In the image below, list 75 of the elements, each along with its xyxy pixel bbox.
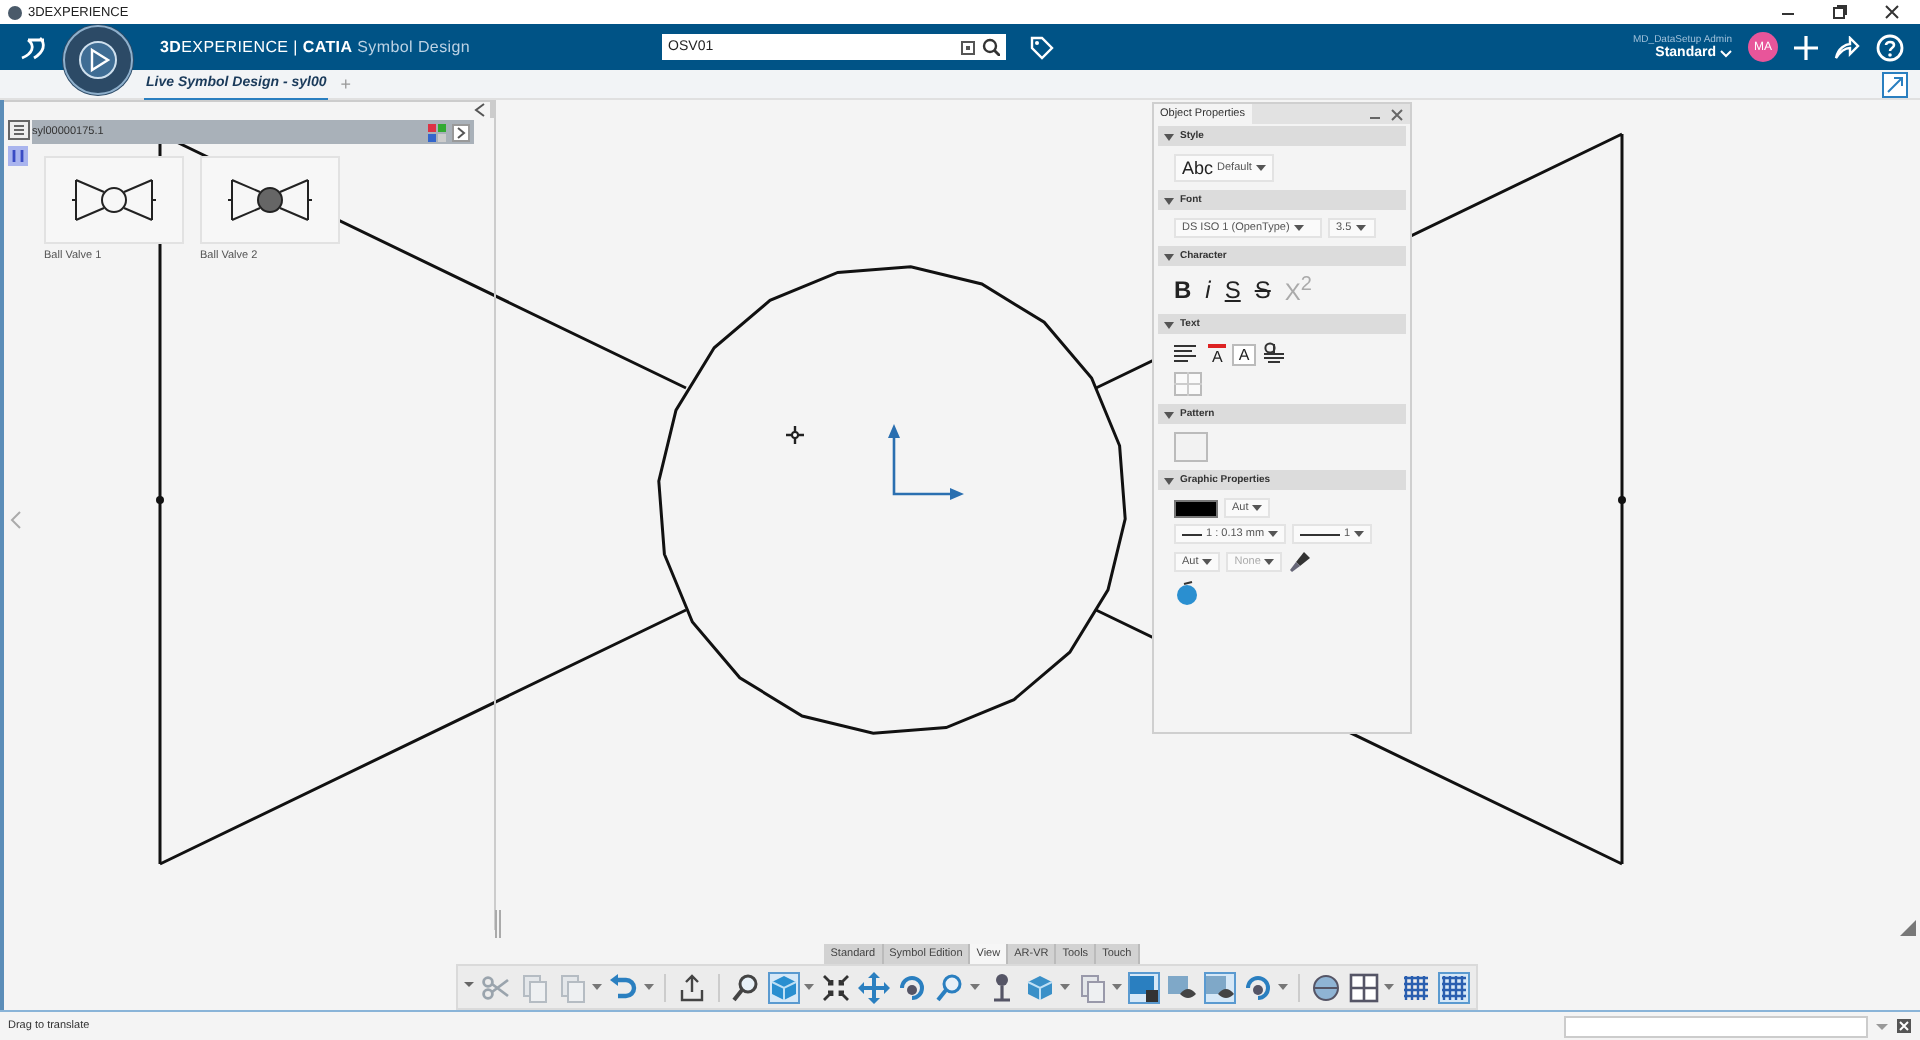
- valve-thumbnail[interactable]: [200, 156, 340, 244]
- dropdown-icon[interactable]: [1874, 1018, 1890, 1034]
- expand-arrow-icon[interactable]: [1164, 409, 1174, 419]
- clear-icon[interactable]: [960, 39, 977, 55]
- command-field[interactable]: [1564, 1015, 1868, 1037]
- caret-icon: [1202, 558, 1213, 566]
- text-frame-button[interactable]: A: [1232, 343, 1256, 365]
- caret-icon: [1268, 530, 1279, 538]
- pattern-swatch-icon[interactable]: [1174, 432, 1208, 462]
- collapse-icon[interactable]: [474, 102, 486, 118]
- format-button[interactable]: S: [1254, 276, 1271, 304]
- app-icon: [8, 5, 22, 19]
- caret-icon[interactable]: [803, 983, 813, 991]
- caret-icon[interactable]: [1383, 983, 1393, 991]
- help-icon[interactable]: [1876, 33, 1904, 61]
- grid-icon[interactable]: [1437, 971, 1469, 1003]
- symbol-icon[interactable]: [1261, 342, 1286, 366]
- list-view-icon[interactable]: [8, 120, 30, 140]
- panes-icon[interactable]: [1347, 971, 1379, 1003]
- caret-icon[interactable]: [1111, 983, 1121, 991]
- shading-icon[interactable]: [1023, 971, 1055, 1003]
- screen-icon[interactable]: [1127, 971, 1159, 1003]
- caret-icon[interactable]: [643, 983, 653, 991]
- refresh-icon[interactable]: [1241, 971, 1273, 1003]
- axis-icon: [886, 422, 966, 502]
- caret-icon[interactable]: [1059, 983, 1069, 991]
- move-cursor-icon: [786, 426, 804, 444]
- caret-icon[interactable]: [591, 983, 601, 991]
- tag-icon[interactable]: [1030, 35, 1055, 59]
- pan-icon[interactable]: [857, 971, 889, 1003]
- share-icon[interactable]: [1834, 35, 1860, 59]
- expand-arrow-icon[interactable]: [1164, 475, 1174, 485]
- restore-icon[interactable]: [1832, 4, 1848, 20]
- caret-icon[interactable]: [1277, 983, 1287, 991]
- valve-thumbnail[interactable]: [44, 156, 184, 244]
- caret-icon: [1354, 530, 1365, 538]
- export-icon[interactable]: [675, 971, 707, 1003]
- caret-icon[interactable]: [969, 983, 979, 991]
- format-button[interactable]: B: [1174, 276, 1192, 304]
- add-icon[interactable]: [1794, 35, 1818, 59]
- undo-icon[interactable]: [607, 971, 639, 1003]
- resize-handle-icon[interactable]: [494, 910, 502, 938]
- expand-arrow-icon[interactable]: [1164, 319, 1174, 329]
- format-button[interactable]: i: [1205, 276, 1211, 304]
- line-sample-icon: [1182, 531, 1202, 537]
- brush-icon[interactable]: [1288, 550, 1313, 574]
- fit-all-icon[interactable]: [819, 971, 851, 1003]
- expand-icon[interactable]: [1882, 71, 1908, 97]
- expand-arrow-icon[interactable]: [1164, 131, 1174, 141]
- grid-icon[interactable]: [1399, 971, 1431, 1003]
- caret-icon: [1264, 558, 1275, 566]
- expand-arrow-icon[interactable]: [1164, 195, 1174, 205]
- color-swatch[interactable]: [1174, 499, 1218, 517]
- chevron-down-icon: [1720, 49, 1732, 57]
- globe-icon[interactable]: [1174, 580, 1200, 606]
- format-button[interactable]: S: [1224, 276, 1241, 304]
- corner-arrow-icon: [1900, 920, 1916, 936]
- line-sample-icon: [1300, 531, 1341, 537]
- tiles-view-icon[interactable]: [8, 146, 28, 166]
- close-icon[interactable]: [1884, 4, 1900, 20]
- text-color-button[interactable]: A: [1208, 343, 1227, 365]
- caret-icon: [1355, 224, 1366, 232]
- magnifier-icon[interactable]: [729, 971, 761, 1003]
- globe-icon[interactable]: [1309, 971, 1341, 1003]
- zoom-icon[interactable]: [933, 971, 965, 1003]
- palette-icon[interactable]: [428, 123, 446, 141]
- align-icon[interactable]: [1174, 344, 1202, 364]
- caret-icon: [1255, 164, 1266, 172]
- brand-title: 3DEXPERIENCE | CATIA Symbol Design: [160, 38, 471, 56]
- expand-arrow-icon[interactable]: [1164, 251, 1174, 261]
- rotate-icon[interactable]: [895, 971, 927, 1003]
- next-icon[interactable]: [452, 123, 470, 141]
- caret-icon: [1252, 504, 1263, 512]
- search-icon[interactable]: [982, 38, 1001, 56]
- caret-icon: [1293, 224, 1304, 232]
